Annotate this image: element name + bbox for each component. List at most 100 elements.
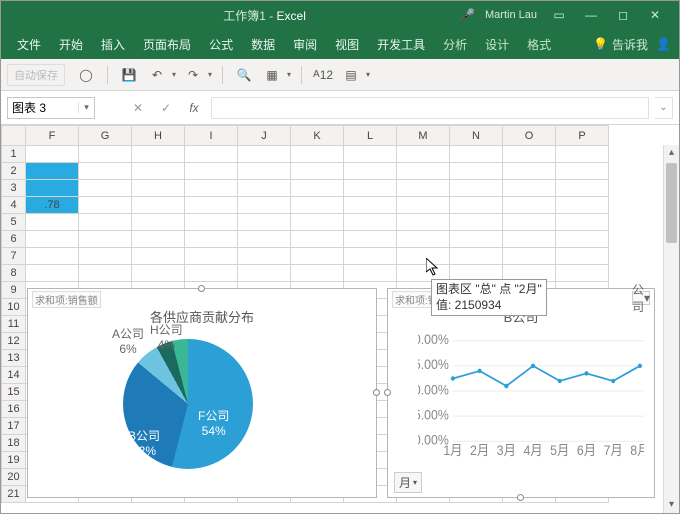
cell[interactable] — [132, 248, 185, 265]
cell[interactable] — [79, 265, 132, 282]
tab-review[interactable]: 审阅 — [285, 30, 325, 59]
tab-design[interactable]: 设计 — [477, 30, 517, 59]
row-header[interactable]: 3 — [2, 180, 26, 197]
cell[interactable] — [26, 146, 79, 163]
row-header[interactable]: 10 — [2, 299, 26, 316]
formula-expand[interactable]: ⌄ — [655, 97, 673, 119]
fx-icon[interactable]: fx — [183, 101, 205, 115]
row-header[interactable]: 11 — [2, 316, 26, 333]
col-header[interactable]: K — [291, 126, 344, 146]
cell[interactable] — [503, 231, 556, 248]
row-header[interactable]: 14 — [2, 367, 26, 384]
row-header[interactable]: 13 — [2, 350, 26, 367]
row-header[interactable]: 16 — [2, 401, 26, 418]
pie-chart[interactable]: 求和项:销售额 各供应商贡献分布 A公司6% H公司4% B公司32% F公司5… — [27, 288, 377, 498]
cell[interactable] — [556, 180, 609, 197]
row-header[interactable]: 18 — [2, 435, 26, 452]
row-header[interactable]: 20 — [2, 469, 26, 486]
cell[interactable] — [556, 197, 609, 214]
col-header[interactable]: H — [132, 126, 185, 146]
cell[interactable] — [185, 248, 238, 265]
tab-pagelayout[interactable]: 页面布局 — [135, 30, 199, 59]
cell[interactable] — [26, 231, 79, 248]
formula-bar[interactable] — [211, 97, 649, 119]
cell[interactable] — [132, 163, 185, 180]
cell[interactable] — [238, 163, 291, 180]
cell[interactable] — [344, 146, 397, 163]
cell[interactable] — [26, 265, 79, 282]
cell[interactable] — [26, 248, 79, 265]
cell[interactable] — [503, 163, 556, 180]
tab-home[interactable]: 开始 — [51, 30, 91, 59]
share-button[interactable]: 👤 — [656, 37, 671, 51]
cell[interactable] — [344, 214, 397, 231]
row-header[interactable]: 15 — [2, 384, 26, 401]
cell[interactable] — [79, 231, 132, 248]
vertical-scrollbar[interactable]: ▴ ▾ — [663, 145, 679, 513]
toggle-switch-icon[interactable]: ◯ — [75, 64, 97, 86]
tab-formulas[interactable]: 公式 — [201, 30, 241, 59]
cell[interactable] — [450, 248, 503, 265]
col-header[interactable]: G — [79, 126, 132, 146]
cell[interactable] — [291, 197, 344, 214]
row-header[interactable]: 19 — [2, 452, 26, 469]
cell[interactable] — [556, 214, 609, 231]
cell[interactable] — [556, 248, 609, 265]
col-header[interactable]: M — [397, 126, 450, 146]
cell[interactable] — [185, 197, 238, 214]
chart-filter-button[interactable]: 公司 ▾ — [632, 291, 650, 305]
cell[interactable] — [132, 180, 185, 197]
cell[interactable] — [344, 180, 397, 197]
undo-dropdown[interactable]: ▾ — [172, 70, 176, 79]
autosave-toggle[interactable]: 自动保存 — [7, 64, 65, 86]
cell[interactable] — [79, 180, 132, 197]
cell[interactable] — [238, 231, 291, 248]
row-header[interactable]: 8 — [2, 265, 26, 282]
cell[interactable] — [503, 180, 556, 197]
line-plot-area[interactable]: 0.00%5.00%10.00%15.00%20.00%1月2月3月4月5月6月… — [418, 334, 644, 457]
col-header[interactable]: O — [503, 126, 556, 146]
cancel-icon[interactable]: ✕ — [127, 101, 149, 115]
tab-developer[interactable]: 开发工具 — [369, 30, 433, 59]
subscript-icon[interactable]: A12 — [312, 64, 334, 86]
cell[interactable] — [450, 146, 503, 163]
col-header[interactable]: L — [344, 126, 397, 146]
cell[interactable] — [503, 146, 556, 163]
redo-icon[interactable]: ↷ — [182, 64, 204, 86]
cell[interactable] — [556, 146, 609, 163]
minimize-button[interactable]: — — [575, 8, 607, 22]
cell[interactable] — [503, 248, 556, 265]
row-header[interactable]: 9 — [2, 282, 26, 299]
cell[interactable] — [185, 231, 238, 248]
ribbon-display-icon[interactable]: ▭ — [543, 8, 575, 22]
cell[interactable] — [291, 265, 344, 282]
cell[interactable] — [79, 146, 132, 163]
scroll-thumb[interactable] — [666, 163, 677, 243]
cell[interactable] — [185, 146, 238, 163]
tab-format[interactable]: 格式 — [519, 30, 559, 59]
cell[interactable] — [291, 231, 344, 248]
cell[interactable] — [556, 265, 609, 282]
cell[interactable] — [185, 265, 238, 282]
cell[interactable] — [238, 180, 291, 197]
cell[interactable] — [291, 214, 344, 231]
cell[interactable] — [238, 248, 291, 265]
cell[interactable] — [26, 163, 79, 180]
redo-dropdown[interactable]: ▾ — [208, 70, 212, 79]
user-name[interactable]: Martin Lau — [485, 9, 537, 21]
cell[interactable] — [26, 214, 79, 231]
cell[interactable] — [185, 180, 238, 197]
resize-handle[interactable] — [517, 494, 524, 501]
cell[interactable] — [344, 265, 397, 282]
cell[interactable] — [397, 163, 450, 180]
col-header[interactable]: J — [238, 126, 291, 146]
scroll-up-icon[interactable]: ▴ — [664, 145, 679, 161]
tab-data[interactable]: 数据 — [243, 30, 283, 59]
enter-icon[interactable]: ✓ — [155, 101, 177, 115]
cell[interactable] — [503, 214, 556, 231]
name-box-dropdown[interactable]: ▾ — [78, 102, 94, 113]
cell[interactable] — [238, 146, 291, 163]
undo-icon[interactable]: ↶ — [146, 64, 168, 86]
tab-insert[interactable]: 插入 — [93, 30, 133, 59]
cell[interactable] — [450, 231, 503, 248]
